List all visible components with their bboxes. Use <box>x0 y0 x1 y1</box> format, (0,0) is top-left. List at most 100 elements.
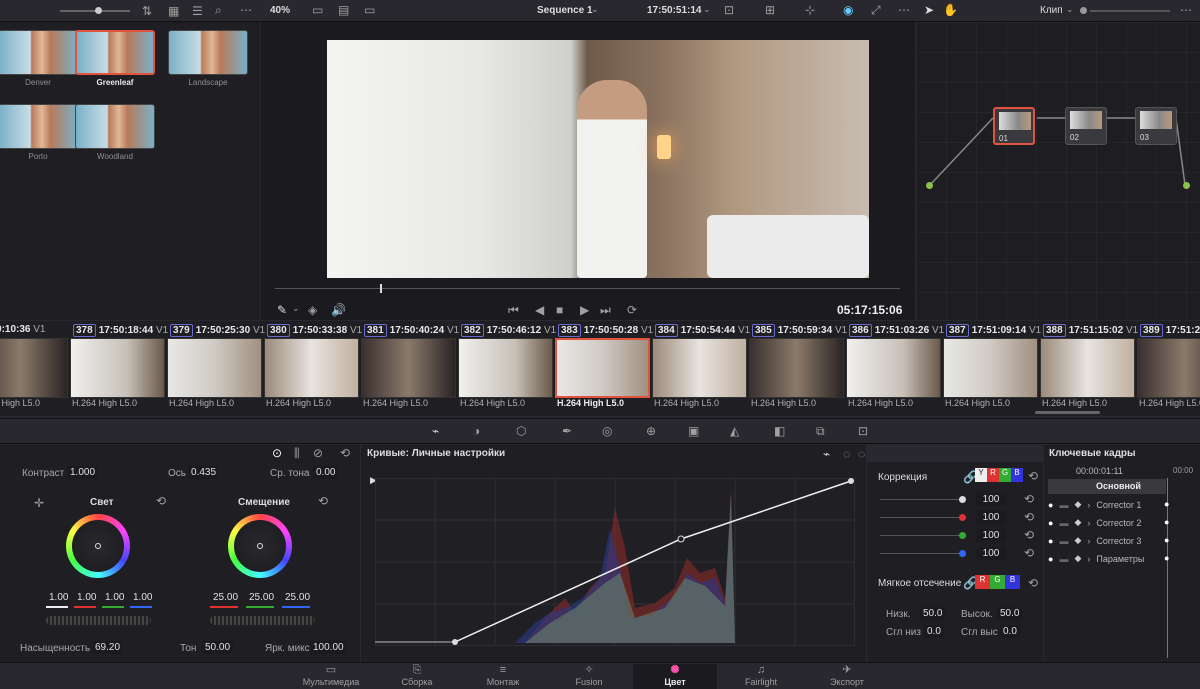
page-tab[interactable]: ✈ Экспорт <box>805 664 889 689</box>
page-tab[interactable]: ✧ Fusion <box>547 664 631 689</box>
gallery-slider-handle[interactable] <box>95 7 102 14</box>
skip-back-icon[interactable]: ⏮ <box>508 303 519 318</box>
timeline-scrollbar[interactable] <box>1035 411 1100 414</box>
layers-icon[interactable]: ◈ <box>308 303 317 317</box>
lock-icon[interactable]: ▬ <box>1059 536 1068 546</box>
viewer-scrubber[interactable] <box>275 288 900 289</box>
clip-thumbnail[interactable] <box>1137 338 1200 398</box>
color-node[interactable]: 03 <box>1135 107 1177 145</box>
keyframe-dot-icon[interactable]: ● <box>1048 518 1053 528</box>
play-reverse-icon[interactable]: ◀ <box>535 303 544 317</box>
scrubber-handle[interactable] <box>380 284 382 293</box>
lift-value[interactable]: 1.00 <box>102 591 127 604</box>
gallery-still[interactable] <box>0 104 78 149</box>
lock-icon[interactable]: ▬ <box>1059 554 1068 564</box>
diamond-icon[interactable]: ◆ <box>1074 517 1081 528</box>
window-icon[interactable]: ◎ <box>602 424 612 438</box>
reset-icon[interactable]: ⟲ <box>1024 492 1034 506</box>
keyframe-marker[interactable]: ● <box>1164 499 1169 509</box>
sequence-name[interactable]: Sequence 1 <box>537 5 593 16</box>
high-soft-field[interactable]: 0.0 <box>1000 625 1020 638</box>
chevron-down-icon[interactable]: ⌄ <box>1066 4 1074 15</box>
lock-icon[interactable]: ▬ <box>1059 500 1068 510</box>
reset-icon[interactable]: ⟲ <box>1028 469 1038 483</box>
lock-icon[interactable]: ▬ <box>1059 518 1068 528</box>
offset-master-wheel[interactable] <box>210 616 315 625</box>
chevron-down-icon[interactable]: ⌄ <box>292 303 300 314</box>
reset-icon[interactable]: ⟲ <box>1024 546 1034 560</box>
reset-icon[interactable]: ⟲ <box>1028 576 1038 590</box>
offset-value[interactable]: 25.00 <box>210 591 241 604</box>
keyframe-track[interactable]: ● ▬ ◆ › Параметры <box>1048 553 1144 564</box>
high-field[interactable]: 50.0 <box>997 607 1023 620</box>
chevron-right-icon[interactable]: › <box>1087 536 1090 546</box>
clip-thumbnail[interactable] <box>458 338 553 398</box>
output-node-dot[interactable] <box>1183 182 1190 189</box>
lift-value[interactable]: 1.00 <box>46 591 71 604</box>
rgb-channel-toggle[interactable]: R G B <box>975 575 1020 589</box>
offset-value[interactable]: 25.00 <box>282 591 313 604</box>
gallery-still[interactable] <box>0 30 78 75</box>
channel-slider[interactable] <box>880 535 962 536</box>
chevron-down-icon[interactable]: ⌄ <box>591 4 599 15</box>
loop-icon[interactable]: ⟳ <box>627 303 637 317</box>
diamond-icon[interactable]: ◆ <box>1074 499 1081 510</box>
hue-vs-sat-icon[interactable]: ◌ <box>858 447 865 461</box>
blur-icon[interactable]: ◭ <box>730 424 739 438</box>
keyframe-dot-icon[interactable]: ● <box>1048 500 1053 510</box>
sort-icon[interactable]: ⇅ <box>142 4 152 18</box>
page-tab[interactable]: ✺ Цвет <box>633 664 717 689</box>
channel-slider-handle[interactable] <box>959 514 966 521</box>
safe-area-icon[interactable]: ⊡ <box>724 3 734 17</box>
keyframe-marker[interactable]: ● <box>1164 535 1169 545</box>
channel-slider[interactable] <box>880 499 962 500</box>
split-view-icon[interactable]: ▤ <box>338 3 349 17</box>
color-node[interactable]: 01 <box>993 107 1035 145</box>
more-options-icon[interactable]: ⋯ <box>240 3 252 17</box>
key-icon[interactable]: ◧ <box>774 424 785 438</box>
page-tab[interactable]: ♫ Fairlight <box>719 664 803 689</box>
hue-vs-hue-icon[interactable]: ◌ <box>843 447 850 461</box>
lift-value[interactable]: 1.00 <box>130 591 155 604</box>
channel-slider-handle[interactable] <box>959 550 966 557</box>
page-tab[interactable]: ≡ Монтаж <box>461 664 545 689</box>
midtone-field[interactable]: 0.00 <box>313 466 339 479</box>
channel-value[interactable]: 100 <box>976 529 1006 542</box>
sizing-icon[interactable]: ⧉ <box>816 424 825 439</box>
skip-forward-icon[interactable]: ⏭ <box>600 303 611 318</box>
zoom-level[interactable]: 40% <box>270 5 290 16</box>
saturation-field[interactable]: 69.20 <box>92 641 124 654</box>
list-view-icon[interactable]: ☰ <box>192 4 203 18</box>
page-tab[interactable]: ⎘ Сборка <box>375 664 459 689</box>
clip-thumbnail[interactable] <box>0 338 68 398</box>
overlay-icon[interactable]: ⊞ <box>765 3 775 17</box>
color-node[interactable]: 02 <box>1065 107 1107 145</box>
hue-field[interactable]: 50.00 <box>202 641 234 654</box>
gallery-still[interactable] <box>75 104 155 149</box>
tracker-icon[interactable]: ⊕ <box>646 424 656 438</box>
low-field[interactable]: 50.0 <box>920 607 946 620</box>
clip-thumbnail[interactable] <box>846 338 941 398</box>
hand-icon[interactable]: ✋ <box>943 3 958 17</box>
reset-icon[interactable]: ⟲ <box>318 494 328 508</box>
channel-value[interactable]: 100 <box>976 547 1006 560</box>
gallery-still[interactable] <box>168 30 248 75</box>
color-picker-icon[interactable]: ◉ <box>843 3 853 17</box>
bars-mode-icon[interactable]: ⫼ <box>294 446 300 461</box>
clip-thumbnail[interactable] <box>361 338 456 398</box>
lift-master-wheel[interactable] <box>46 616 151 625</box>
channel-value[interactable]: 100 <box>976 493 1006 506</box>
keyframe-dot-icon[interactable]: ● <box>1048 536 1053 546</box>
channel-slider-handle[interactable] <box>959 532 966 539</box>
stop-icon[interactable]: ■ <box>556 303 563 317</box>
keyframe-track[interactable]: ● ▬ ◆ › Corrector 2 <box>1048 517 1141 528</box>
curves-graph[interactable] <box>375 478 855 646</box>
keyframe-marker[interactable]: ● <box>1164 553 1169 563</box>
transform-icon[interactable]: ⊹ <box>805 3 815 17</box>
reset-icon[interactable]: ⟲ <box>1024 528 1034 542</box>
more-options-icon[interactable]: ⋯ <box>1180 3 1192 17</box>
cinema-mode-icon[interactable]: ▭ <box>364 3 375 17</box>
reset-icon[interactable]: ⟲ <box>340 446 350 460</box>
reset-icon[interactable]: ⟲ <box>156 494 166 508</box>
crosshair-icon[interactable]: ✛ <box>34 496 44 510</box>
